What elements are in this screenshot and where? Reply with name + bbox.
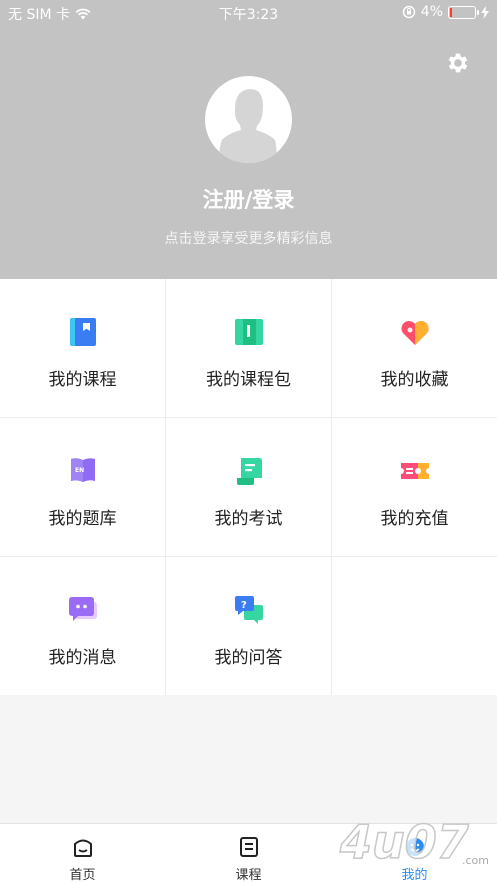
menu-item-my-course-package[interactable]: 我的课程包: [166, 279, 331, 417]
exam-scroll-icon: [236, 458, 262, 485]
course-list-icon: [239, 837, 258, 857]
status-bar: 无 SIM 卡 下午3:23 4%: [0, 0, 497, 26]
menu-item-my-recharge[interactable]: 我的充值: [332, 418, 497, 556]
login-subtitle: 点击登录享受更多精彩信息: [164, 231, 333, 247]
menu-item-my-courses[interactable]: 我的课程: [0, 279, 165, 417]
bottom-tab-bar: 首页 课程 我的: [0, 823, 497, 883]
login-register-link[interactable]: 注册/登录: [0, 184, 497, 214]
favorite-heart-icon: [401, 321, 428, 345]
menu-grid: 我的课程 我的课程包 我的收藏 EN 我的题库 我的考试 我的充值 我的消息 ?…: [0, 279, 497, 695]
menu-item-my-qa[interactable]: ? 我的问答: [166, 557, 331, 695]
battery-percent: 4%: [420, 4, 443, 20]
rotation-lock-icon: [402, 5, 416, 19]
message-chat-icon: [68, 597, 97, 621]
tab-home[interactable]: 首页: [0, 824, 165, 883]
tab-courses[interactable]: 课程: [166, 824, 331, 883]
svg-text:EN: EN: [75, 467, 84, 474]
avatar[interactable]: [205, 76, 292, 163]
qa-bubble-icon: ?: [234, 596, 263, 624]
default-user-icon: [219, 89, 277, 163]
home-icon: [73, 839, 92, 857]
profile-header: 无 SIM 卡 下午3:23 4% 注册/登录 点击登录享受更多精彩信息: [0, 0, 497, 279]
recharge-ticket-icon: [400, 463, 429, 479]
menu-item-my-messages[interactable]: 我的消息: [0, 557, 165, 695]
course-package-icon: [234, 319, 263, 345]
profile-smile-icon: [405, 838, 424, 856]
menu-item-my-exams[interactable]: 我的考试: [166, 418, 331, 556]
course-book-icon: [69, 318, 96, 346]
question-bank-icon: EN: [70, 458, 95, 482]
battery-icon: [448, 5, 479, 19]
menu-item-my-favorites[interactable]: 我的收藏: [332, 279, 497, 417]
settings-gear-icon[interactable]: [445, 50, 471, 76]
charging-bolt-icon: [481, 5, 489, 19]
tab-mine[interactable]: 我的: [332, 824, 497, 883]
menu-item-my-question-bank[interactable]: EN 我的题库: [0, 418, 165, 556]
svg-text:?: ?: [241, 600, 247, 611]
